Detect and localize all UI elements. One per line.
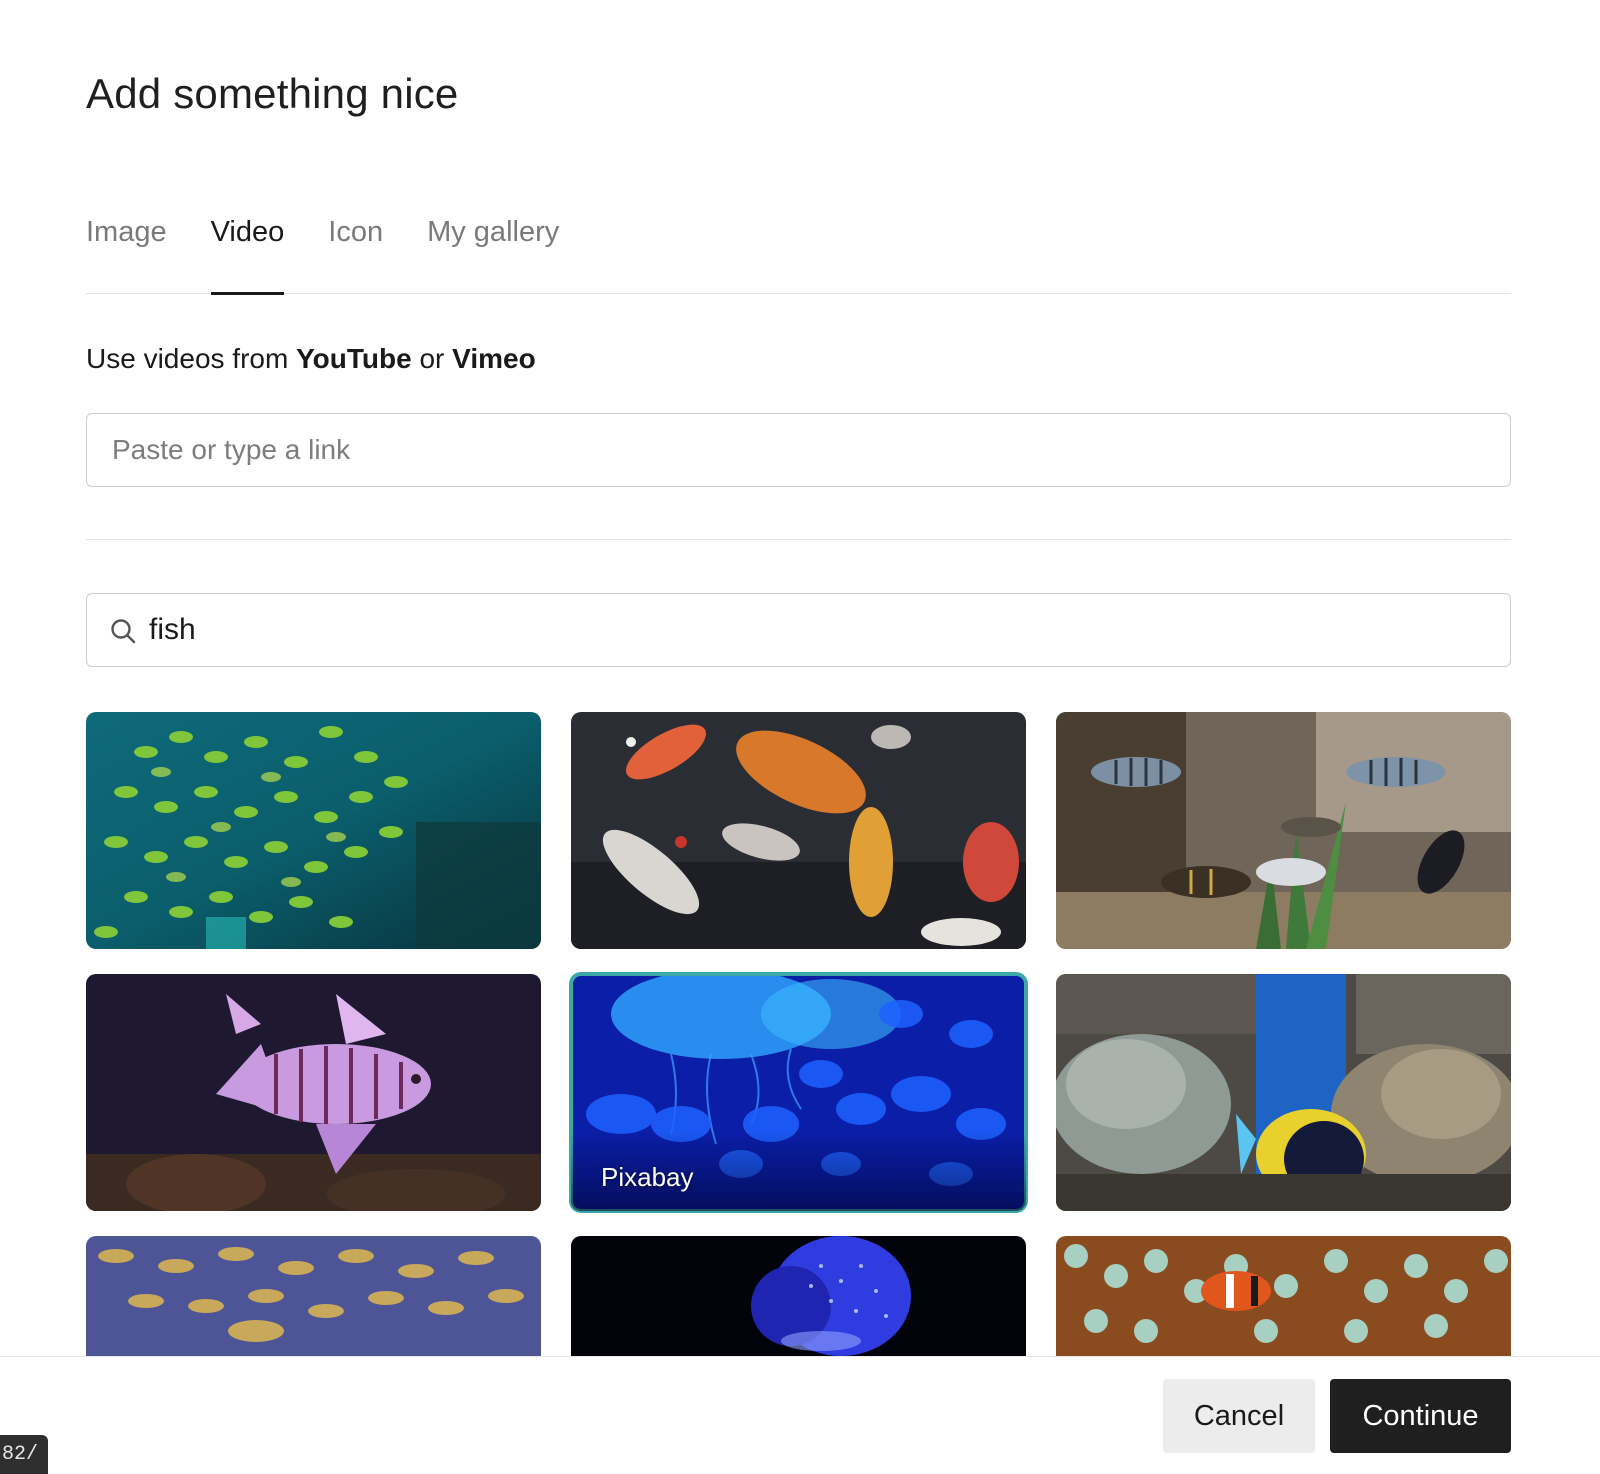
tab-image[interactable]: Image: [86, 210, 167, 294]
video-thumb-koi[interactable]: [571, 712, 1026, 949]
hint-youtube: YouTube: [296, 343, 412, 374]
hint-vimeo: Vimeo: [452, 343, 536, 374]
video-thumb-cichlids[interactable]: [1056, 712, 1511, 949]
dialog-footer: Cancel Continue: [0, 1356, 1600, 1474]
tab-video[interactable]: Video: [210, 210, 284, 295]
section-divider: [86, 539, 1511, 540]
search-input[interactable]: [149, 594, 1489, 665]
hint-or: or: [411, 343, 453, 374]
continue-button[interactable]: Continue: [1330, 1379, 1511, 1453]
video-thumb-green-fish-school[interactable]: [86, 712, 541, 949]
video-thumb-clownfish-anemone[interactable]: [1056, 1236, 1511, 1358]
video-results-grid: Pixabay: [86, 712, 1511, 1358]
video-thumb-blue-jellyfish[interactable]: Pixabay: [569, 972, 1028, 1213]
search-icon: [111, 619, 136, 644]
search-box[interactable]: [86, 593, 1511, 667]
video-link-input[interactable]: [86, 413, 1511, 487]
video-thumb-coral-tang[interactable]: [1056, 974, 1511, 1211]
status-url-tooltip: 82/: [0, 1435, 49, 1474]
tab-icon[interactable]: Icon: [328, 210, 383, 294]
tab-my-gallery[interactable]: My gallery: [427, 210, 559, 294]
media-tabs: Image Video Icon My gallery: [86, 210, 1511, 295]
dialog-title: Add something nice: [86, 70, 459, 117]
video-source-label: Pixabay: [601, 1162, 694, 1192]
video-thumb-lionfish[interactable]: [86, 974, 541, 1211]
video-thumb-glowing-jellyfish[interactable]: [571, 1236, 1026, 1358]
hint-prefix: Use videos from: [86, 343, 297, 374]
video-thumb-striped-fish-school[interactable]: [86, 1236, 541, 1358]
video-source-hint: Use videos from YouTube or Vimeo: [86, 343, 536, 375]
cancel-button[interactable]: Cancel: [1163, 1379, 1315, 1453]
